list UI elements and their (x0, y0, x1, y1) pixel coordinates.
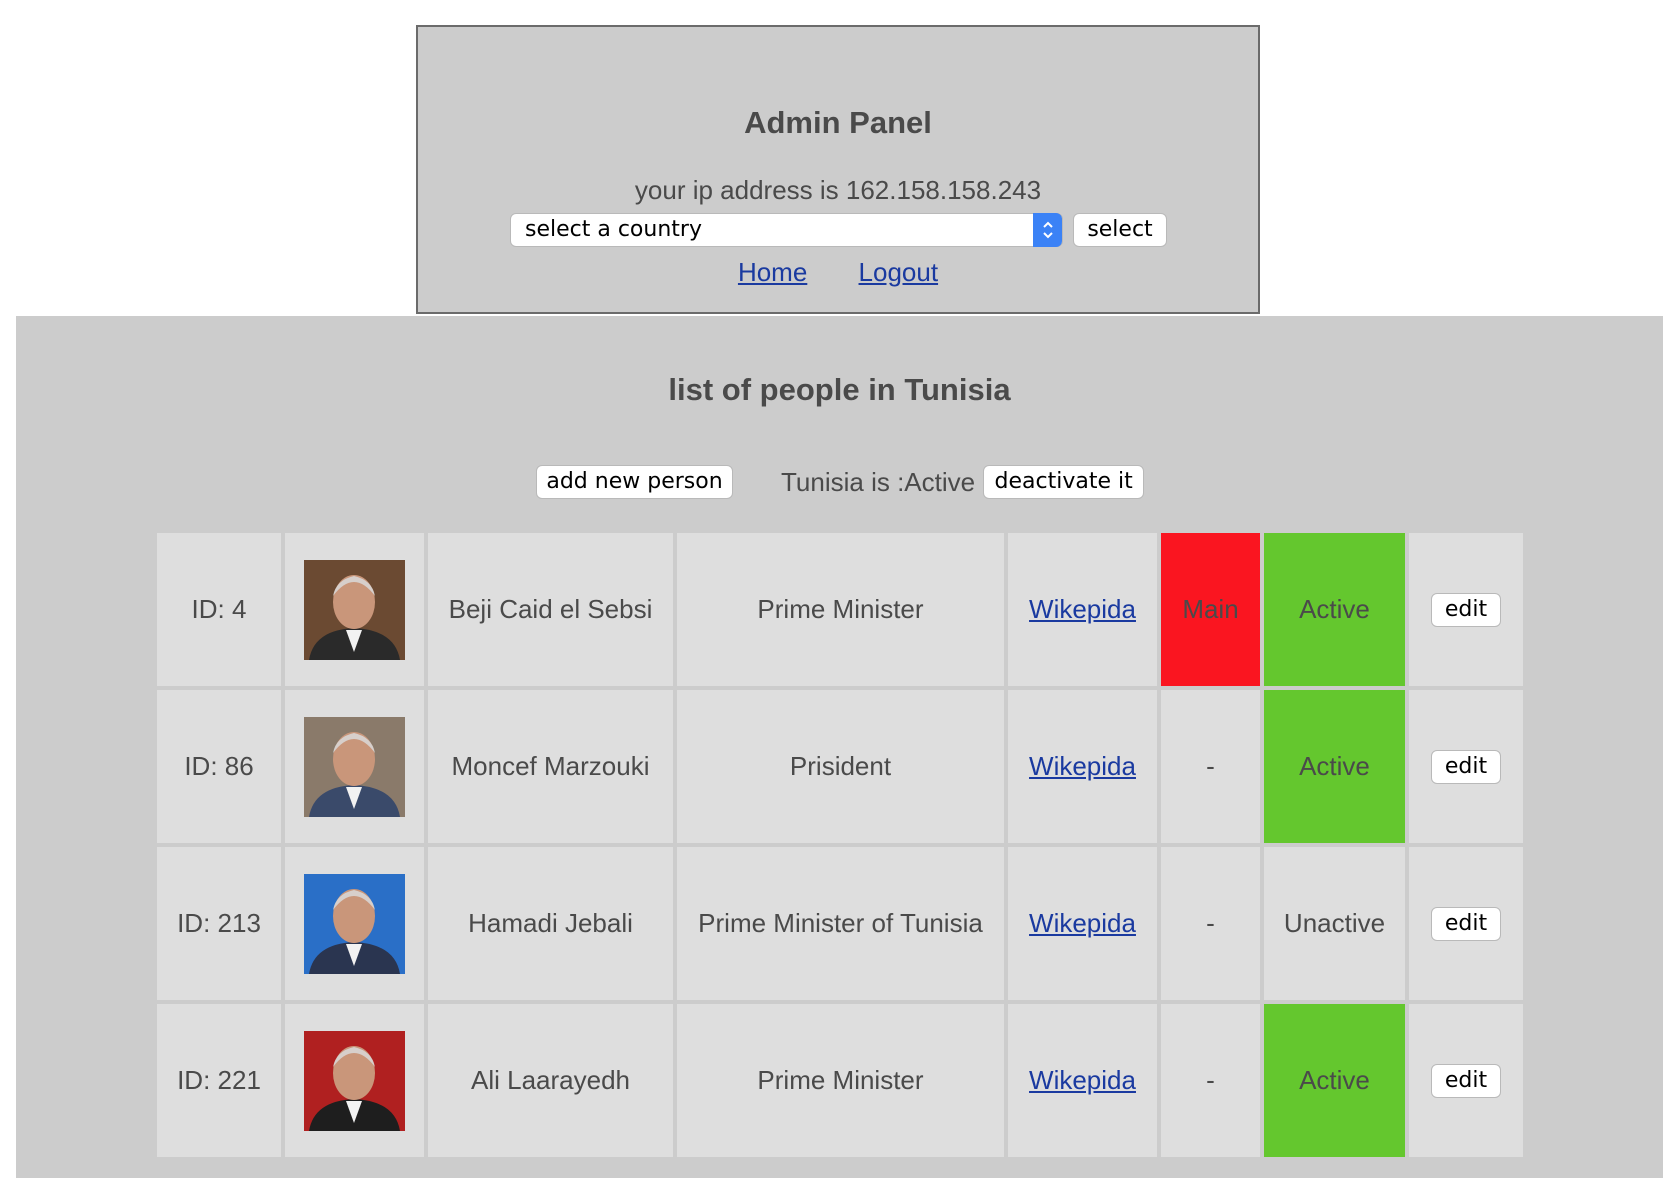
main-flag: Main (1161, 533, 1260, 686)
edit-button[interactable]: edit (1431, 1064, 1501, 1098)
wiki-cell: Wikepida (1008, 847, 1157, 1000)
table-row: ID: 86 Moncef Marzouki Prisident Wikepida - A… (157, 690, 1523, 843)
wiki-link[interactable]: Wikepida (1029, 908, 1136, 938)
edit-button[interactable]: edit (1431, 750, 1501, 784)
person-role: Prime Minister (677, 1004, 1004, 1157)
deactivate-button[interactable]: deactivate it (983, 465, 1145, 499)
person-name: Hamadi Jebali (428, 847, 673, 1000)
person-photo (304, 559, 405, 660)
person-photo-cell (285, 690, 424, 843)
edit-button[interactable]: edit (1431, 907, 1501, 941)
wiki-cell: Wikepida (1008, 690, 1157, 843)
person-name: Moncef Marzouki (428, 690, 673, 843)
logout-link[interactable]: Logout (859, 257, 939, 287)
person-photo-cell (285, 1004, 424, 1157)
country-status-text: Tunisia is :Active (781, 467, 976, 497)
person-id: ID: 221 (157, 1004, 281, 1157)
admin-panel: Admin Panel your ip address is 162.158.1… (416, 25, 1260, 314)
nav-links: Home Logout (418, 257, 1258, 287)
main-flag: - (1161, 1004, 1260, 1157)
table-row: ID: 221 Ali Laarayedh Prime Minister Wikepi… (157, 1004, 1523, 1157)
wiki-cell: Wikepida (1008, 1004, 1157, 1157)
person-photo (304, 716, 405, 817)
admin-title: Admin Panel (744, 105, 932, 140)
status-badge: Active (1264, 533, 1405, 686)
country-select-value: select a country (525, 217, 702, 242)
status-badge: Unactive (1264, 847, 1405, 1000)
person-photo (304, 873, 405, 974)
person-role: Prime Minister (677, 533, 1004, 686)
person-id: ID: 213 (157, 847, 281, 1000)
edit-cell: edit (1409, 1004, 1523, 1157)
status-badge: Active (1264, 690, 1405, 843)
person-role: Prisident (677, 690, 1004, 843)
country-select-row: select a country select (510, 213, 1167, 247)
person-name: Beji Caid el Sebsi (428, 533, 673, 686)
select-arrows-icon[interactable] (1033, 213, 1062, 247)
person-role: Prime Minister of Tunisia (677, 847, 1004, 1000)
ip-address-text: your ip address is 162.158.158.243 (634, 175, 1042, 205)
person-id: ID: 4 (157, 533, 281, 686)
main-flag: - (1161, 847, 1260, 1000)
edit-button[interactable]: edit (1431, 593, 1501, 627)
person-photo-cell (285, 533, 424, 686)
person-photo-cell (285, 847, 424, 1000)
home-link[interactable]: Home (738, 257, 807, 287)
select-button[interactable]: select (1073, 213, 1167, 247)
wiki-link[interactable]: Wikepida (1029, 751, 1136, 781)
people-list-title: list of people in Tunisia (668, 372, 1011, 407)
country-select[interactable]: select a country (510, 213, 1063, 247)
wiki-link[interactable]: Wikepida (1029, 1065, 1136, 1095)
edit-cell: edit (1409, 847, 1523, 1000)
table-row: ID: 4 Beji Caid el Sebsi Prime Minister Wik… (157, 533, 1523, 686)
person-id: ID: 86 (157, 690, 281, 843)
wiki-cell: Wikepida (1008, 533, 1157, 686)
main-flag: - (1161, 690, 1260, 843)
table-row: ID: 213 Hamadi Jebali Prime Minister of Tu… (157, 847, 1523, 1000)
people-actions-row: add new person Tunisia is :Active deacti… (536, 465, 1145, 499)
person-photo (304, 1030, 405, 1131)
person-name: Ali Laarayedh (428, 1004, 673, 1157)
wiki-link[interactable]: Wikepida (1029, 594, 1136, 624)
edit-cell: edit (1409, 690, 1523, 843)
edit-cell: edit (1409, 533, 1523, 686)
people-table: ID: 4 Beji Caid el Sebsi Prime Minister Wik… (153, 529, 1527, 1161)
status-badge: Active (1264, 1004, 1405, 1157)
people-section: list of people in Tunisia add new person… (16, 316, 1663, 1178)
add-person-button[interactable]: add new person (536, 465, 733, 499)
